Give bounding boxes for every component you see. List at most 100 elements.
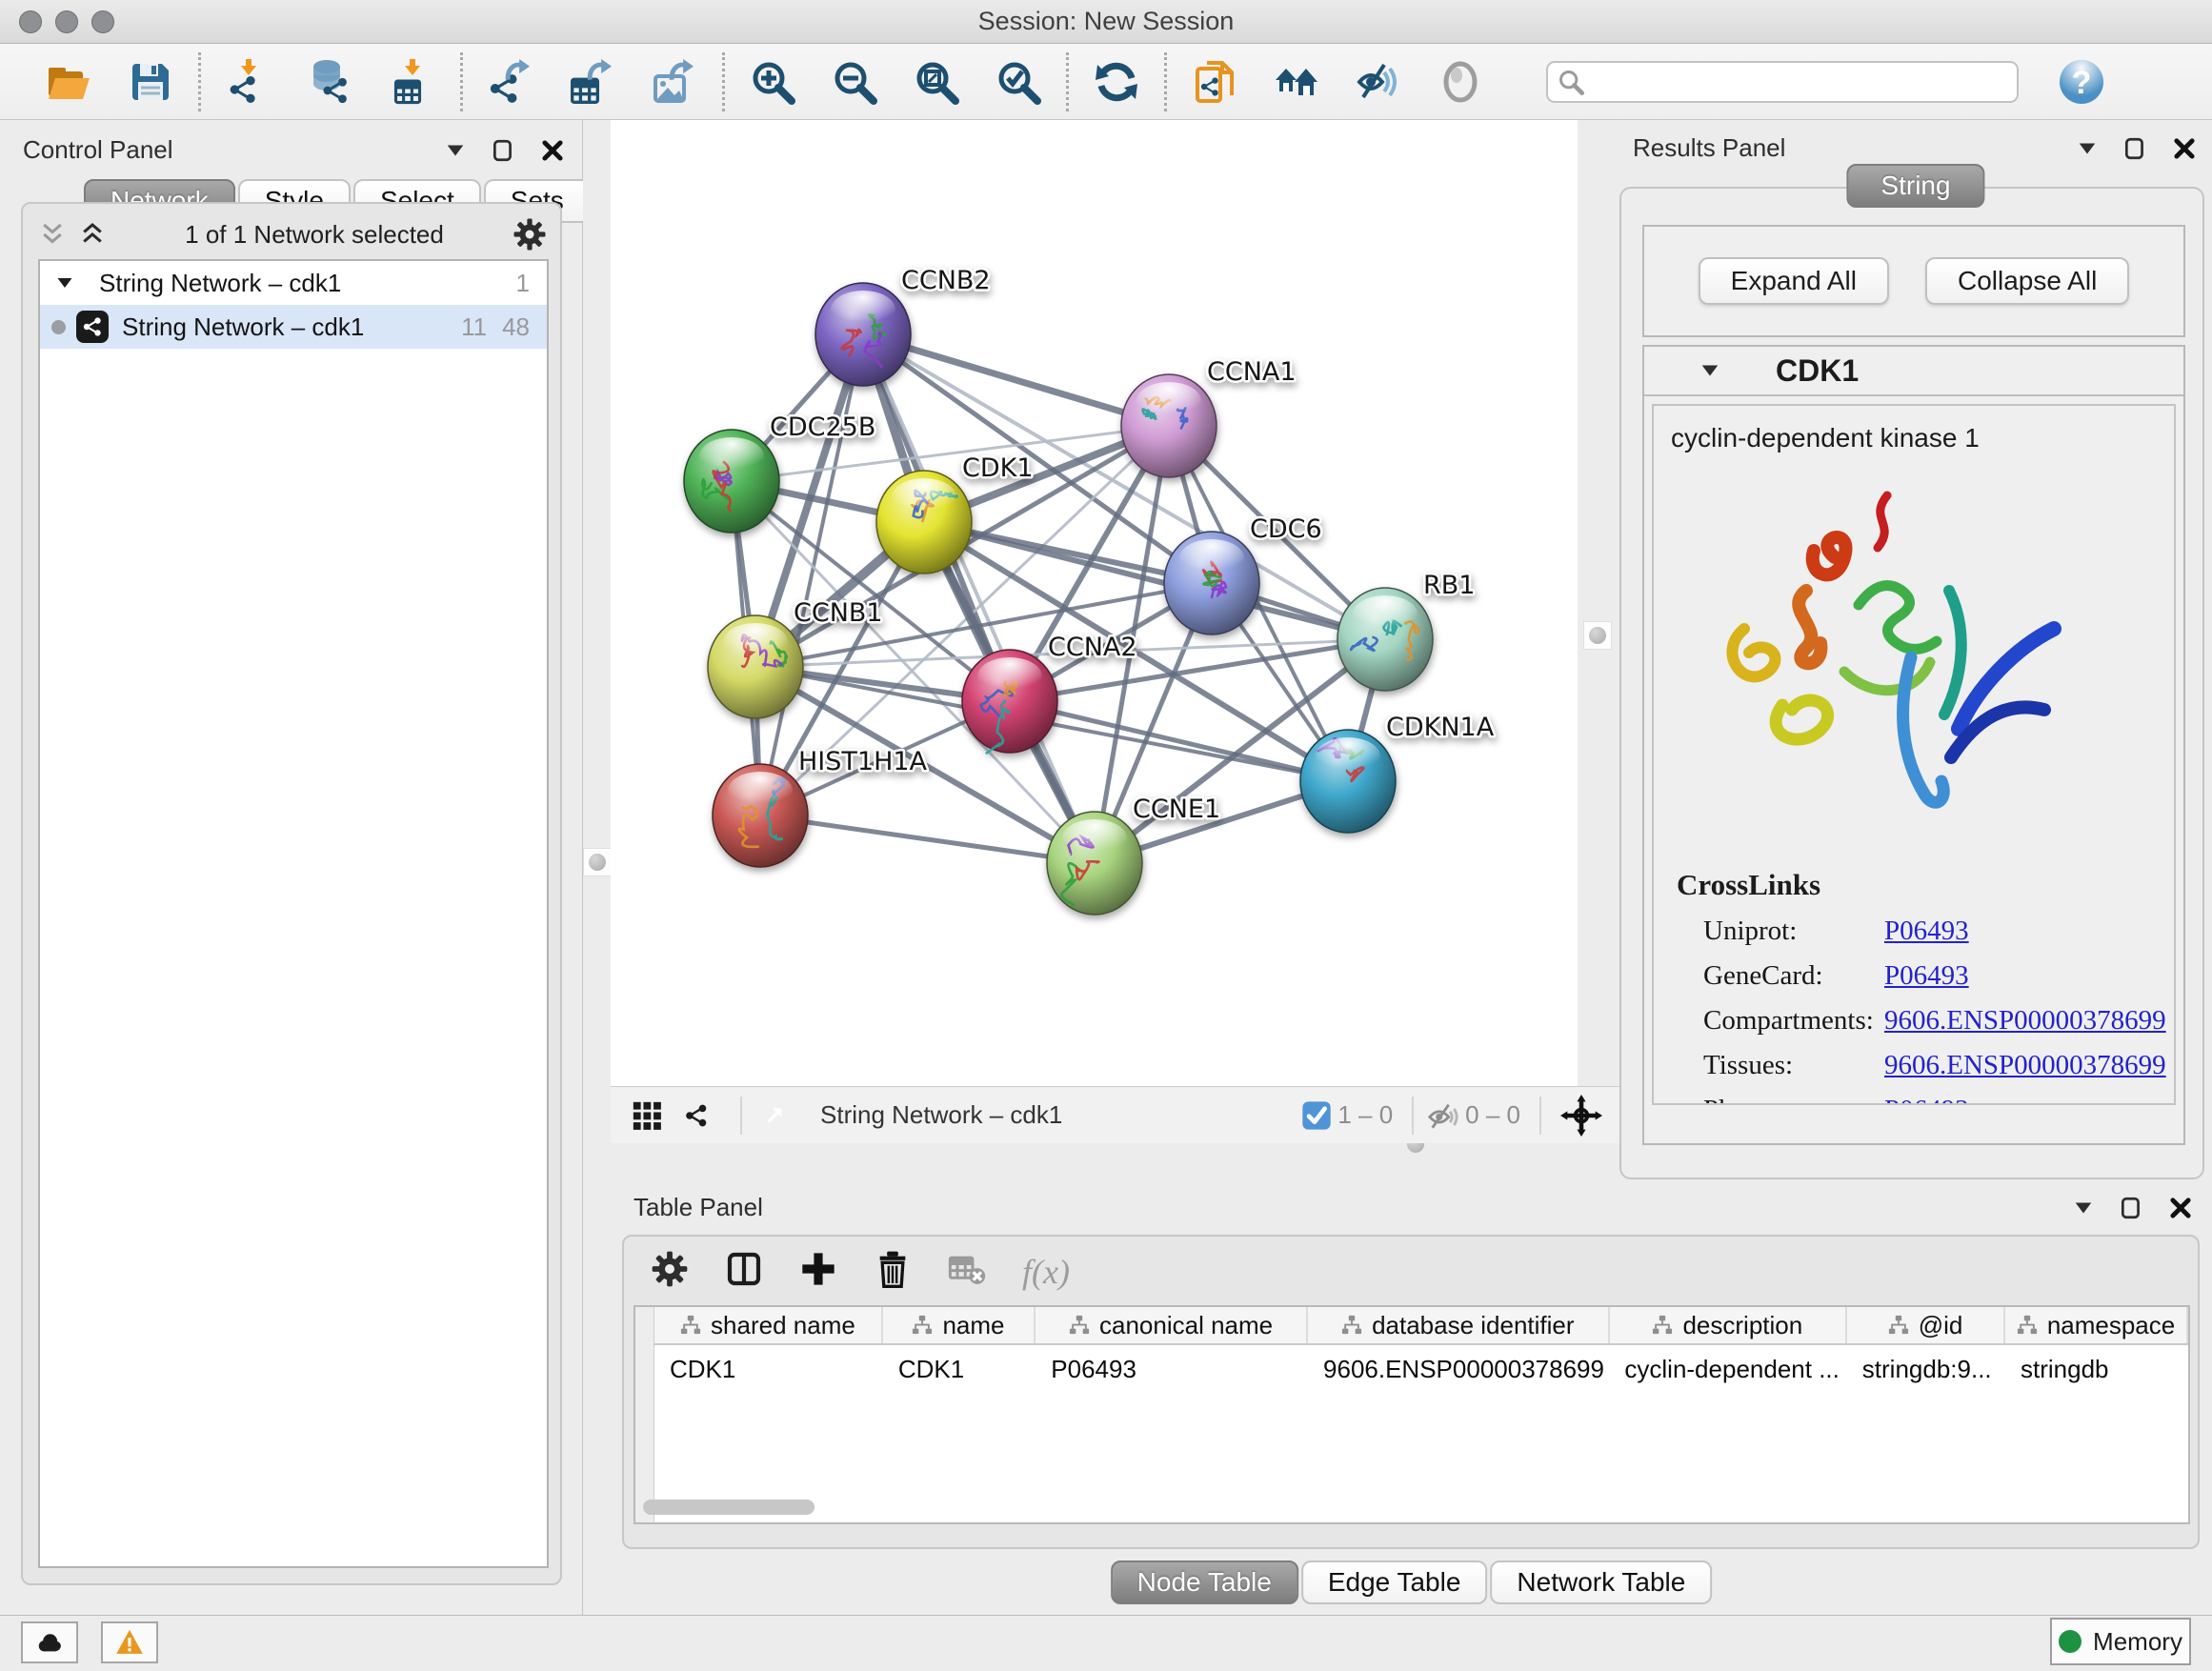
zoom-in-button[interactable] xyxy=(748,57,797,107)
gene-disclosure-icon[interactable] xyxy=(1699,360,1720,381)
selected-checkbox-icon[interactable] xyxy=(1301,1100,1332,1131)
zoom-selected-button[interactable] xyxy=(994,57,1043,107)
network-options-gear-icon[interactable] xyxy=(513,217,547,252)
left-splitter[interactable] xyxy=(583,120,611,1615)
cloud-button[interactable] xyxy=(21,1621,78,1663)
table-horizontal-scrollbar[interactable] xyxy=(643,1500,814,1515)
memory-button[interactable]: Memory xyxy=(2050,1618,2191,1665)
table-delete-button[interactable] xyxy=(948,1250,986,1293)
control-panel-title: Control Panel xyxy=(23,135,173,165)
birdseye-toggle[interactable] xyxy=(628,1097,666,1135)
column-header-namespace[interactable]: namespace xyxy=(2005,1307,2188,1343)
tab-string[interactable]: String xyxy=(1846,164,1984,208)
crosslink-label: Tissues: xyxy=(1703,1050,1884,1081)
help-icon[interactable] xyxy=(2059,59,2104,105)
tab-edge-table[interactable]: Edge Table xyxy=(1301,1560,1488,1604)
string-home-icon xyxy=(1274,59,1319,105)
edge-HIST1H1A-CCNE1[interactable] xyxy=(760,815,1095,863)
gear-button[interactable] xyxy=(651,1250,689,1293)
edge-CCNA2-CDKN1A[interactable] xyxy=(1010,701,1348,781)
import-network-button[interactable] xyxy=(224,57,273,107)
string-home-button[interactable] xyxy=(1272,57,1321,107)
window-minimize-button[interactable] xyxy=(55,10,78,33)
panel-float-icon[interactable] xyxy=(491,138,515,163)
node-HIST1H1A[interactable]: HIST1H1A xyxy=(713,747,928,867)
node-CDKN1A[interactable]: CDKN1A xyxy=(1300,713,1495,833)
tab-network-table[interactable]: Network Table xyxy=(1490,1560,1712,1604)
import-database-button[interactable] xyxy=(306,57,355,107)
network-tree-collection[interactable]: String Network – cdk11 xyxy=(40,261,547,305)
share-document-button[interactable] xyxy=(1190,57,1239,107)
network-graph: CCNB2CCNA1CDC25BCDK1CDC6RB1CCNB1CCNA2CDK… xyxy=(611,120,1578,1086)
panel-collapse-icon[interactable] xyxy=(2073,1198,2094,1218)
panel-float-icon[interactable] xyxy=(2122,136,2147,161)
node-label-CDKN1A: CDKN1A xyxy=(1386,713,1495,742)
collapse-all-button[interactable]: Collapse All xyxy=(1925,257,2129,305)
expand-all-networks-icon[interactable] xyxy=(76,220,109,249)
zoom-out-button[interactable] xyxy=(830,57,879,107)
node-CDK1[interactable]: CDK1 xyxy=(876,453,1034,574)
node-RB1[interactable]: RB1 xyxy=(1337,571,1475,691)
network-canvas[interactable]: CCNB2CCNA1CDC25BCDK1CDC6RB1CCNB1CCNA2CDK… xyxy=(611,120,1578,1086)
network-badge[interactable] xyxy=(677,1097,715,1135)
detach-view-button[interactable] xyxy=(755,1097,794,1135)
panel-close-icon[interactable] xyxy=(2168,1196,2193,1220)
left-splitter-handle[interactable] xyxy=(583,848,612,876)
zoom-fit-button[interactable] xyxy=(912,57,961,107)
crosslink-link[interactable]: P06493 xyxy=(1884,960,1969,992)
hidden-eye-icon[interactable] xyxy=(1427,1099,1459,1132)
table-row[interactable]: CDK1CDK1P064939606.ENSP00000378699cyclin… xyxy=(654,1347,2188,1384)
window-zoom-button[interactable] xyxy=(91,10,114,33)
search-input[interactable] xyxy=(1592,65,2007,99)
cell-shared-name[interactable]: CDK1 xyxy=(654,1347,883,1384)
collapse-all-networks-icon[interactable] xyxy=(36,220,69,249)
warnings-button[interactable] xyxy=(101,1621,158,1663)
panel-collapse-icon[interactable] xyxy=(2077,138,2098,159)
export-network-button[interactable] xyxy=(486,57,535,107)
columns-button[interactable] xyxy=(725,1250,763,1293)
plus-button[interactable] xyxy=(799,1250,837,1293)
cell-namespace[interactable]: stringdb xyxy=(2005,1347,2188,1384)
cell-description[interactable]: cyclin-dependent ... xyxy=(1609,1347,1846,1384)
right-splitter[interactable] xyxy=(1578,120,1619,1143)
node-CCNA1[interactable]: CCNA1 xyxy=(1121,357,1297,477)
refresh-button[interactable] xyxy=(1092,57,1141,107)
column-header-description[interactable]: description xyxy=(1610,1307,1847,1343)
show-all-button[interactable] xyxy=(1436,57,1485,107)
cell-@id[interactable]: stringdb:9... xyxy=(1847,1347,2005,1384)
save-button[interactable] xyxy=(126,57,175,107)
cell-canonical-name[interactable]: P06493 xyxy=(1036,1347,1308,1384)
hide-selected-button[interactable] xyxy=(1354,57,1403,107)
cell-database-identifier[interactable]: 9606.ENSP00000378699 xyxy=(1308,1347,1609,1384)
cell-name[interactable]: CDK1 xyxy=(883,1347,1036,1384)
panel-close-icon[interactable] xyxy=(540,138,565,163)
crosslink-link[interactable]: P06493 xyxy=(1884,916,1969,947)
column-header-@id[interactable]: @id xyxy=(1847,1307,2005,1343)
fx-button[interactable]: f(x) xyxy=(1022,1252,1070,1292)
column-header-name[interactable]: name xyxy=(883,1307,1036,1343)
panel-float-icon[interactable] xyxy=(2119,1196,2143,1220)
column-header-canonical-name[interactable]: canonical name xyxy=(1036,1307,1308,1343)
window-close-button[interactable] xyxy=(19,10,42,33)
crosslink-link[interactable]: 9606.ENSP00000378699 xyxy=(1884,1050,2166,1081)
node-CDC25B[interactable]: CDC25B xyxy=(684,413,875,533)
tab-node-table[interactable]: Node Table xyxy=(1111,1560,1298,1604)
panel-close-icon[interactable] xyxy=(2172,136,2197,161)
column-header-shared-name[interactable]: shared name xyxy=(654,1307,883,1343)
fit-content-crosshair-icon[interactable] xyxy=(1560,1095,1602,1137)
gene-header[interactable]: CDK1 xyxy=(1644,347,2183,396)
export-table-button[interactable] xyxy=(568,57,617,107)
export-image-button[interactable] xyxy=(650,57,699,107)
panel-collapse-icon[interactable] xyxy=(445,140,466,161)
trash-button[interactable] xyxy=(874,1250,912,1293)
network-tree-item[interactable]: String Network – cdk11148 xyxy=(40,305,547,349)
import-table-button[interactable] xyxy=(388,57,437,107)
node-CCNB1[interactable]: CCNB1 xyxy=(708,598,883,718)
crosslink-link[interactable]: P06493 xyxy=(1884,1095,1969,1105)
edge-CCNB2-CCNE1[interactable] xyxy=(863,334,1095,863)
crosslink-link[interactable]: 9606.ENSP00000378699 xyxy=(1884,1005,2166,1037)
column-header-database-identifier[interactable]: database identifier xyxy=(1308,1307,1610,1343)
open-button[interactable] xyxy=(44,57,93,107)
expand-all-button[interactable]: Expand All xyxy=(1699,257,1889,305)
right-splitter-handle[interactable] xyxy=(1583,621,1612,650)
